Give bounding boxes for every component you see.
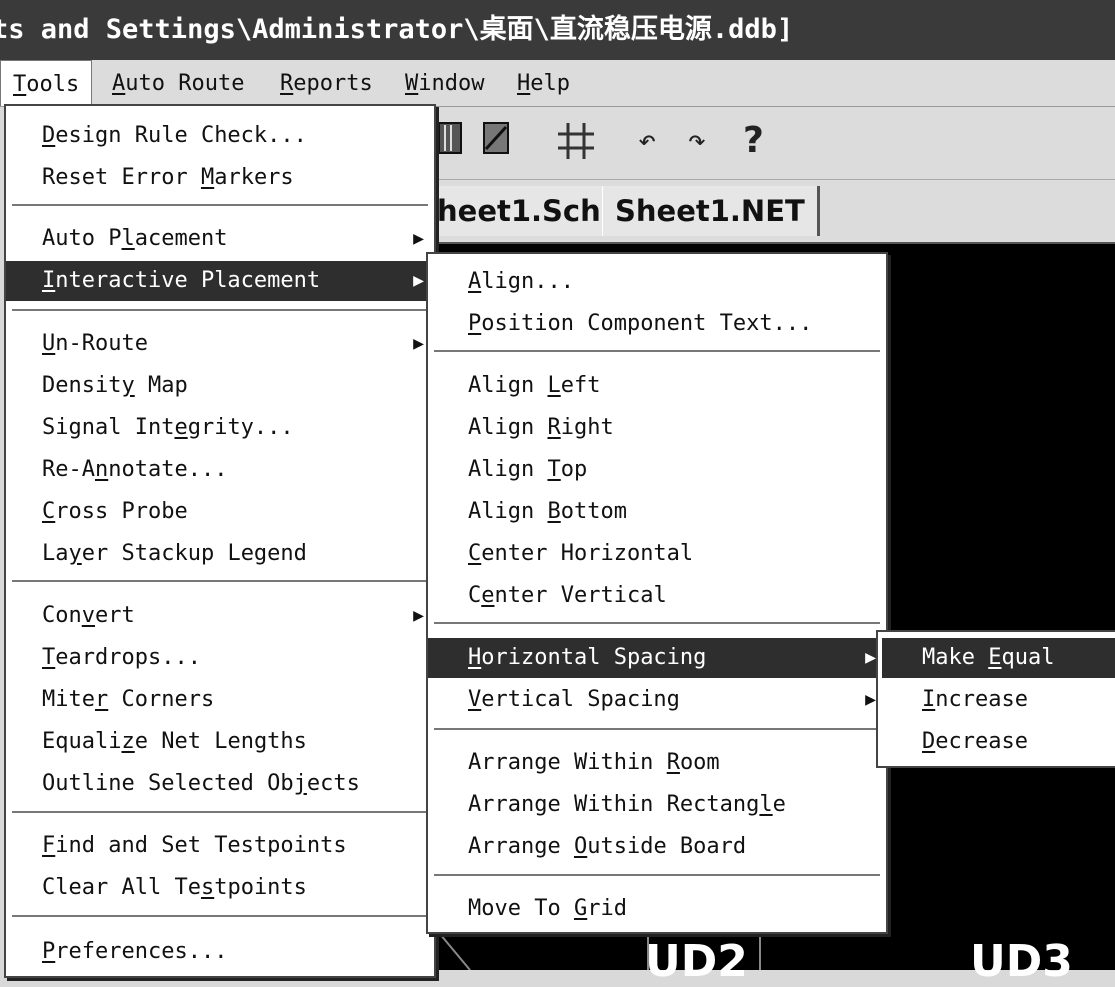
menu-separator xyxy=(434,622,880,625)
menu-item-align[interactable]: Align... xyxy=(428,262,886,302)
component-label: UD2 xyxy=(645,936,748,987)
document-tabs: heet1.Sch Sheet1.NET xyxy=(424,180,1115,244)
submenu-arrow-icon: ▶ xyxy=(865,647,876,668)
horizontal-spacing-submenu: Make Equal Increase Decrease xyxy=(876,630,1115,768)
menu-separator xyxy=(434,728,880,731)
title-bar: ts and Settings\Administrator\桌面\直流稳压电源.… xyxy=(0,0,1115,60)
menu-item-vertical-spacing[interactable]: Vertical Spacing ▶ xyxy=(428,680,886,720)
redo-icon[interactable]: ↷ xyxy=(688,119,706,163)
toolbar: ↶ ↷ ? xyxy=(430,107,1115,180)
menu-item-auto-placement[interactable]: Auto Placement ▶ xyxy=(6,219,434,259)
menu-item-density-map[interactable]: Density Map xyxy=(6,366,434,406)
menu-item-layer-stackup-legend[interactable]: Layer Stackup Legend xyxy=(6,534,434,574)
menu-item-decrease[interactable]: Decrease xyxy=(878,722,1115,762)
submenu-arrow-icon: ▶ xyxy=(865,689,876,710)
submenu-arrow-icon: ▶ xyxy=(413,270,424,291)
menu-item-align-top[interactable]: Align Top xyxy=(428,450,886,490)
menu-item-un-route[interactable]: Un-Route ▶ xyxy=(6,324,434,364)
menu-separator xyxy=(12,811,428,814)
tab-sheet1-net[interactable]: Sheet1.NET xyxy=(602,186,820,236)
submenu-arrow-icon: ▶ xyxy=(413,333,424,354)
menu-item-move-to-grid[interactable]: Move To Grid xyxy=(428,889,886,929)
menu-item-arrange-within-rectangle[interactable]: Arrange Within Rectangle xyxy=(428,785,886,825)
menu-item-align-left[interactable]: Align Left xyxy=(428,366,886,406)
menu-bar: Tools Auto Route Reports Window Help xyxy=(0,60,1115,107)
menu-separator xyxy=(434,874,880,877)
menu-item-horizontal-spacing[interactable]: Horizontal Spacing ▶ xyxy=(428,638,886,678)
menu-item-make-equal[interactable]: Make Equal xyxy=(882,638,1115,678)
menu-item-increase[interactable]: Increase xyxy=(878,680,1115,720)
menu-item-align-right[interactable]: Align Right xyxy=(428,408,886,448)
menu-help[interactable]: Help xyxy=(505,60,582,106)
menu-separator xyxy=(12,580,428,583)
menu-item-re-annotate[interactable]: Re-Annotate... xyxy=(6,450,434,490)
menu-item-clear-all-testpoints[interactable]: Clear All Testpoints xyxy=(6,868,434,908)
menu-reports[interactable]: Reports xyxy=(268,60,385,106)
menu-item-arrange-outside-board[interactable]: Arrange Outside Board xyxy=(428,827,886,867)
tools-menu: Design Rule Check... Reset Error Markers… xyxy=(4,104,436,978)
menu-tools[interactable]: Tools xyxy=(0,60,93,106)
menu-separator xyxy=(12,309,428,312)
help-icon[interactable]: ? xyxy=(743,119,764,163)
submenu-arrow-icon: ▶ xyxy=(413,605,424,626)
menu-item-align-bottom[interactable]: Align Bottom xyxy=(428,492,886,532)
book-icon[interactable] xyxy=(478,119,518,163)
menu-item-signal-integrity[interactable]: Signal Integrity... xyxy=(6,408,434,448)
menu-item-reset-error-markers[interactable]: Reset Error Markers xyxy=(6,158,434,198)
menu-item-interactive-placement[interactable]: Interactive Placement ▶ xyxy=(6,261,434,301)
menu-item-convert[interactable]: Convert ▶ xyxy=(6,596,434,636)
menu-item-teardrops[interactable]: Teardrops... xyxy=(6,638,434,678)
menu-item-equalize-net-lengths[interactable]: Equalize Net Lengths xyxy=(6,722,434,762)
menu-item-position-component-text[interactable]: Position Component Text... xyxy=(428,304,886,344)
menu-separator xyxy=(12,915,428,918)
grid-icon[interactable] xyxy=(554,119,598,163)
undo-icon[interactable]: ↶ xyxy=(638,119,656,163)
menu-separator xyxy=(434,350,880,353)
menu-item-find-and-set-testpoints[interactable]: Find and Set Testpoints xyxy=(6,826,434,866)
interactive-placement-submenu: Align... Position Component Text... Alig… xyxy=(426,252,888,934)
menu-item-outline-selected-objects[interactable]: Outline Selected Objects xyxy=(6,764,434,804)
tab-sheet1-sch[interactable]: heet1.Sch xyxy=(424,186,616,236)
window-title: ts and Settings\Administrator\桌面\直流稳压电源.… xyxy=(0,14,794,45)
menu-item-arrange-within-room[interactable]: Arrange Within Room xyxy=(428,743,886,783)
book-icon[interactable] xyxy=(435,119,469,163)
menu-separator xyxy=(12,204,428,207)
component-label: UD3 xyxy=(970,936,1073,987)
menu-auto-route[interactable]: Auto Route xyxy=(100,60,256,106)
menu-item-miter-corners[interactable]: Miter Corners xyxy=(6,680,434,720)
menu-item-center-horizontal[interactable]: Center Horizontal xyxy=(428,534,886,574)
menu-item-preferences[interactable]: Preferences... xyxy=(6,932,434,972)
submenu-arrow-icon: ▶ xyxy=(413,228,424,249)
menu-item-cross-probe[interactable]: Cross Probe xyxy=(6,492,434,532)
menu-window[interactable]: Window xyxy=(393,60,496,106)
menu-item-design-rule-check[interactable]: Design Rule Check... xyxy=(6,116,434,156)
menu-item-center-vertical[interactable]: Center Vertical xyxy=(428,576,886,616)
